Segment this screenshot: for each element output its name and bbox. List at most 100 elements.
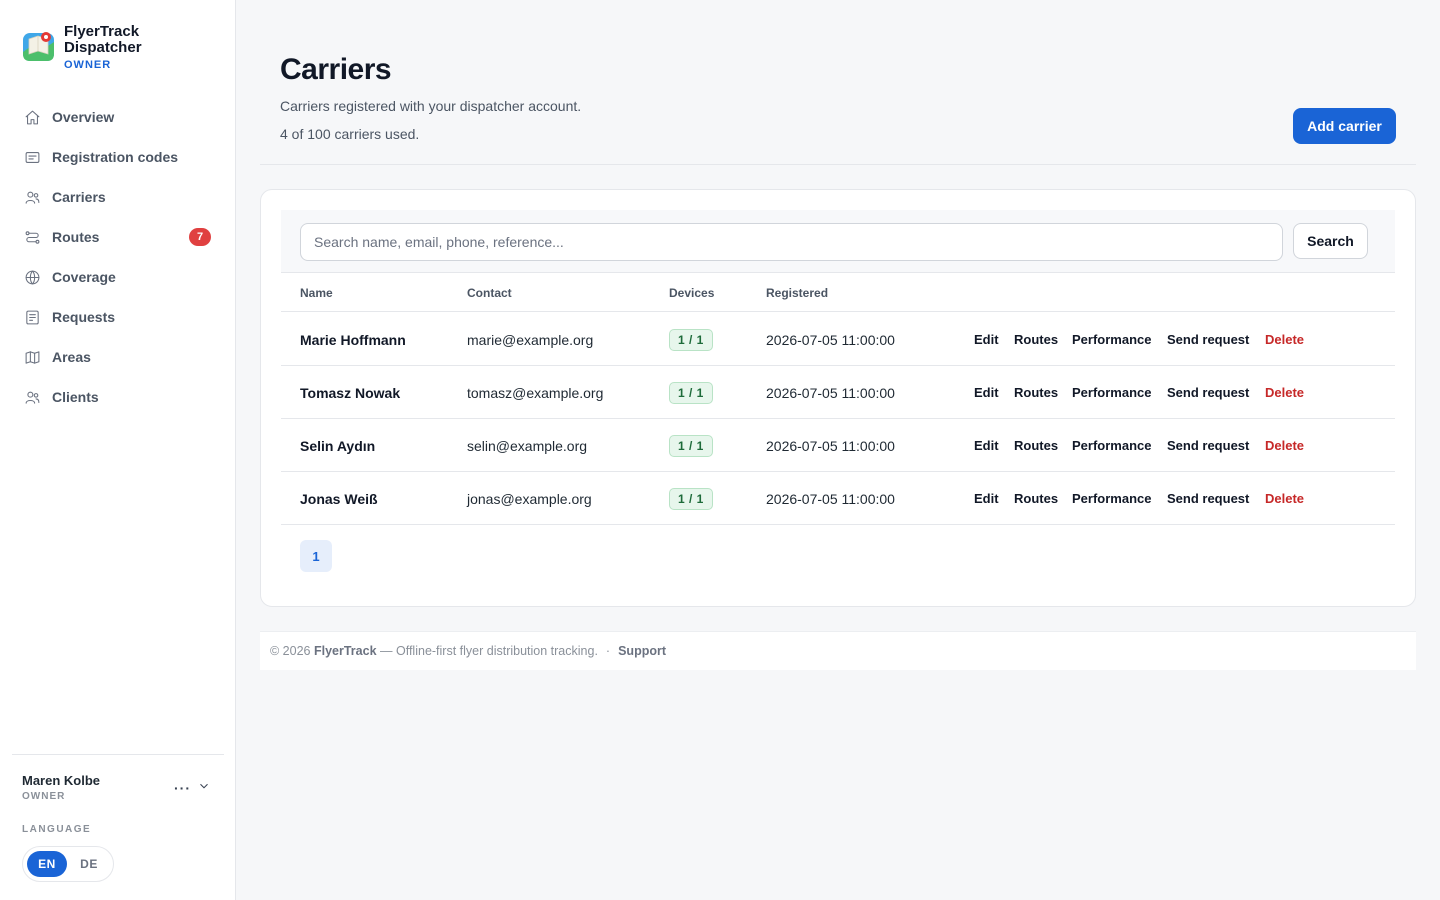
routes-count-badge: 7 — [189, 228, 211, 246]
sidebar-item-label: Carriers — [52, 189, 106, 205]
route-icon — [24, 229, 41, 246]
sidebar-item-label: Clients — [52, 389, 99, 405]
devices-badge: 1 / 1 — [669, 487, 713, 510]
footer-brand: FlyerTrack — [313, 644, 377, 658]
table-row: Jonas Weiß jonas@example.org 1 / 1 2026-… — [281, 472, 1395, 525]
send-request-link[interactable]: Send request — [1167, 419, 1249, 472]
brand-name: FlyerTrack Dispatcher — [64, 23, 142, 56]
id-card-icon — [24, 149, 41, 166]
sidebar-item-label: Registration codes — [52, 149, 179, 165]
carrier-contact: jonas@example.org — [467, 490, 592, 507]
carrier-contact: marie@example.org — [467, 331, 594, 348]
column-header-name[interactable]: Name — [300, 286, 333, 300]
sidebar-item-areas[interactable]: Areas — [12, 337, 224, 377]
footer-separator: · — [605, 644, 611, 658]
carrier-usage-count: 4 of 100 carriers used. — [280, 126, 420, 142]
sidebar-item-coverage[interactable]: Coverage — [12, 257, 224, 297]
carrier-name[interactable]: Tomasz Nowak — [300, 366, 400, 419]
language-option-de[interactable]: DE — [69, 851, 109, 877]
performance-link[interactable]: Performance — [1072, 366, 1151, 419]
users-icon — [24, 389, 41, 406]
edit-link[interactable]: Edit — [974, 313, 999, 366]
page-title: Carriers — [280, 53, 392, 86]
more-dots-icon: ··· — [174, 780, 191, 796]
sidebar-divider — [12, 754, 224, 755]
user-role: OWNER — [22, 791, 66, 802]
sidebar-item-label: Coverage — [52, 269, 116, 285]
carrier-contact: tomasz@example.org — [467, 384, 604, 401]
users-icon — [24, 189, 41, 206]
devices-cell: 1 / 1 — [669, 313, 713, 366]
edit-link[interactable]: Edit — [974, 419, 999, 472]
routes-link[interactable]: Routes — [1014, 366, 1058, 419]
edit-link[interactable]: Edit — [974, 472, 999, 525]
pagination-page-1[interactable]: 1 — [300, 540, 332, 572]
routes-link[interactable]: Routes — [1014, 313, 1058, 366]
routes-link[interactable]: Routes — [1014, 472, 1058, 525]
delete-link[interactable]: Delete — [1265, 366, 1304, 419]
sidebar-item-carriers[interactable]: Carriers — [12, 177, 224, 217]
performance-link[interactable]: Performance — [1072, 313, 1151, 366]
table-header: Name Contact Devices Registered — [281, 273, 1395, 312]
document-icon — [24, 309, 41, 326]
column-header-registered[interactable]: Registered — [766, 286, 828, 300]
language-label: LANGUAGE — [22, 824, 92, 835]
registered-date: 2026-07-05 11:00:00 — [766, 384, 895, 401]
sidebar-item-label: Areas — [52, 349, 91, 365]
send-request-link[interactable]: Send request — [1167, 472, 1249, 525]
sidebar-item-label: Routes — [52, 229, 100, 245]
carrier-name[interactable]: Marie Hoffmann — [300, 313, 406, 366]
sidebar-item-routes[interactable]: Routes 7 — [12, 217, 224, 257]
send-request-link[interactable]: Send request — [1167, 366, 1249, 419]
carrier-name[interactable]: Selin Aydın — [300, 419, 375, 472]
send-request-link[interactable]: Send request — [1167, 313, 1249, 366]
devices-badge: 1 / 1 — [669, 328, 713, 351]
carriers-card: Search name, email, phone, reference... … — [260, 189, 1416, 607]
column-header-devices[interactable]: Devices — [669, 286, 714, 300]
table-row: Tomasz Nowak tomasz@example.org 1 / 1 20… — [281, 366, 1395, 419]
registered-date: 2026-07-05 11:00:00 — [766, 490, 895, 507]
footer-copyright: © 2026 — [270, 644, 311, 658]
home-icon — [24, 109, 41, 126]
sidebar-item-registration-codes[interactable]: Registration codes — [12, 137, 224, 177]
delete-link[interactable]: Delete — [1265, 472, 1304, 525]
page-subtitle: Carriers registered with your dispatcher… — [280, 98, 582, 114]
brand[interactable]: FlyerTrack Dispatcher OWNER — [22, 24, 154, 71]
performance-link[interactable]: Performance — [1072, 472, 1151, 525]
sidebar-item-label: Overview — [52, 109, 115, 125]
user-menu-button[interactable]: ··· — [174, 778, 211, 798]
sidebar-item-clients[interactable]: Clients — [12, 377, 224, 417]
routes-link[interactable]: Routes — [1014, 419, 1058, 472]
search-input[interactable]: Search name, email, phone, reference... — [300, 223, 1283, 261]
map-pin-logo-icon — [23, 32, 54, 61]
registered-date: 2026-07-05 11:00:00 — [766, 331, 895, 348]
footer-tagline: — Offline-first flyer distribution track… — [380, 644, 598, 658]
edit-link[interactable]: Edit — [974, 366, 999, 419]
devices-cell: 1 / 1 — [669, 366, 713, 419]
devices-badge: 1 / 1 — [669, 434, 713, 457]
search-bar: Search name, email, phone, reference... … — [281, 210, 1395, 273]
devices-cell: 1 / 1 — [669, 419, 713, 472]
devices-badge: 1 / 1 — [669, 381, 713, 404]
header-divider — [260, 164, 1416, 165]
search-button[interactable]: Search — [1293, 223, 1368, 259]
chevron-down-icon — [197, 779, 211, 798]
table-row: Selin Aydın selin@example.org 1 / 1 2026… — [281, 419, 1395, 472]
delete-link[interactable]: Delete — [1265, 313, 1304, 366]
support-link[interactable]: Support — [618, 644, 666, 658]
add-carrier-button[interactable]: Add carrier — [1293, 108, 1396, 144]
column-header-contact[interactable]: Contact — [467, 286, 512, 300]
language-option-en[interactable]: EN — [27, 851, 67, 877]
map-icon — [24, 349, 41, 366]
sidebar-item-requests[interactable]: Requests — [12, 297, 224, 337]
footer: © 2026 FlyerTrack — Offline-first flyer … — [260, 631, 1416, 670]
sidebar: FlyerTrack Dispatcher OWNER Overview Reg… — [0, 0, 236, 900]
carrier-contact: selin@example.org — [467, 437, 588, 454]
carrier-name[interactable]: Jonas Weiß — [300, 472, 378, 525]
globe-icon — [24, 269, 41, 286]
language-toggle: EN DE — [22, 846, 114, 882]
performance-link[interactable]: Performance — [1072, 419, 1151, 472]
delete-link[interactable]: Delete — [1265, 419, 1304, 472]
sidebar-item-overview[interactable]: Overview — [12, 97, 224, 137]
registered-date: 2026-07-05 11:00:00 — [766, 437, 895, 454]
